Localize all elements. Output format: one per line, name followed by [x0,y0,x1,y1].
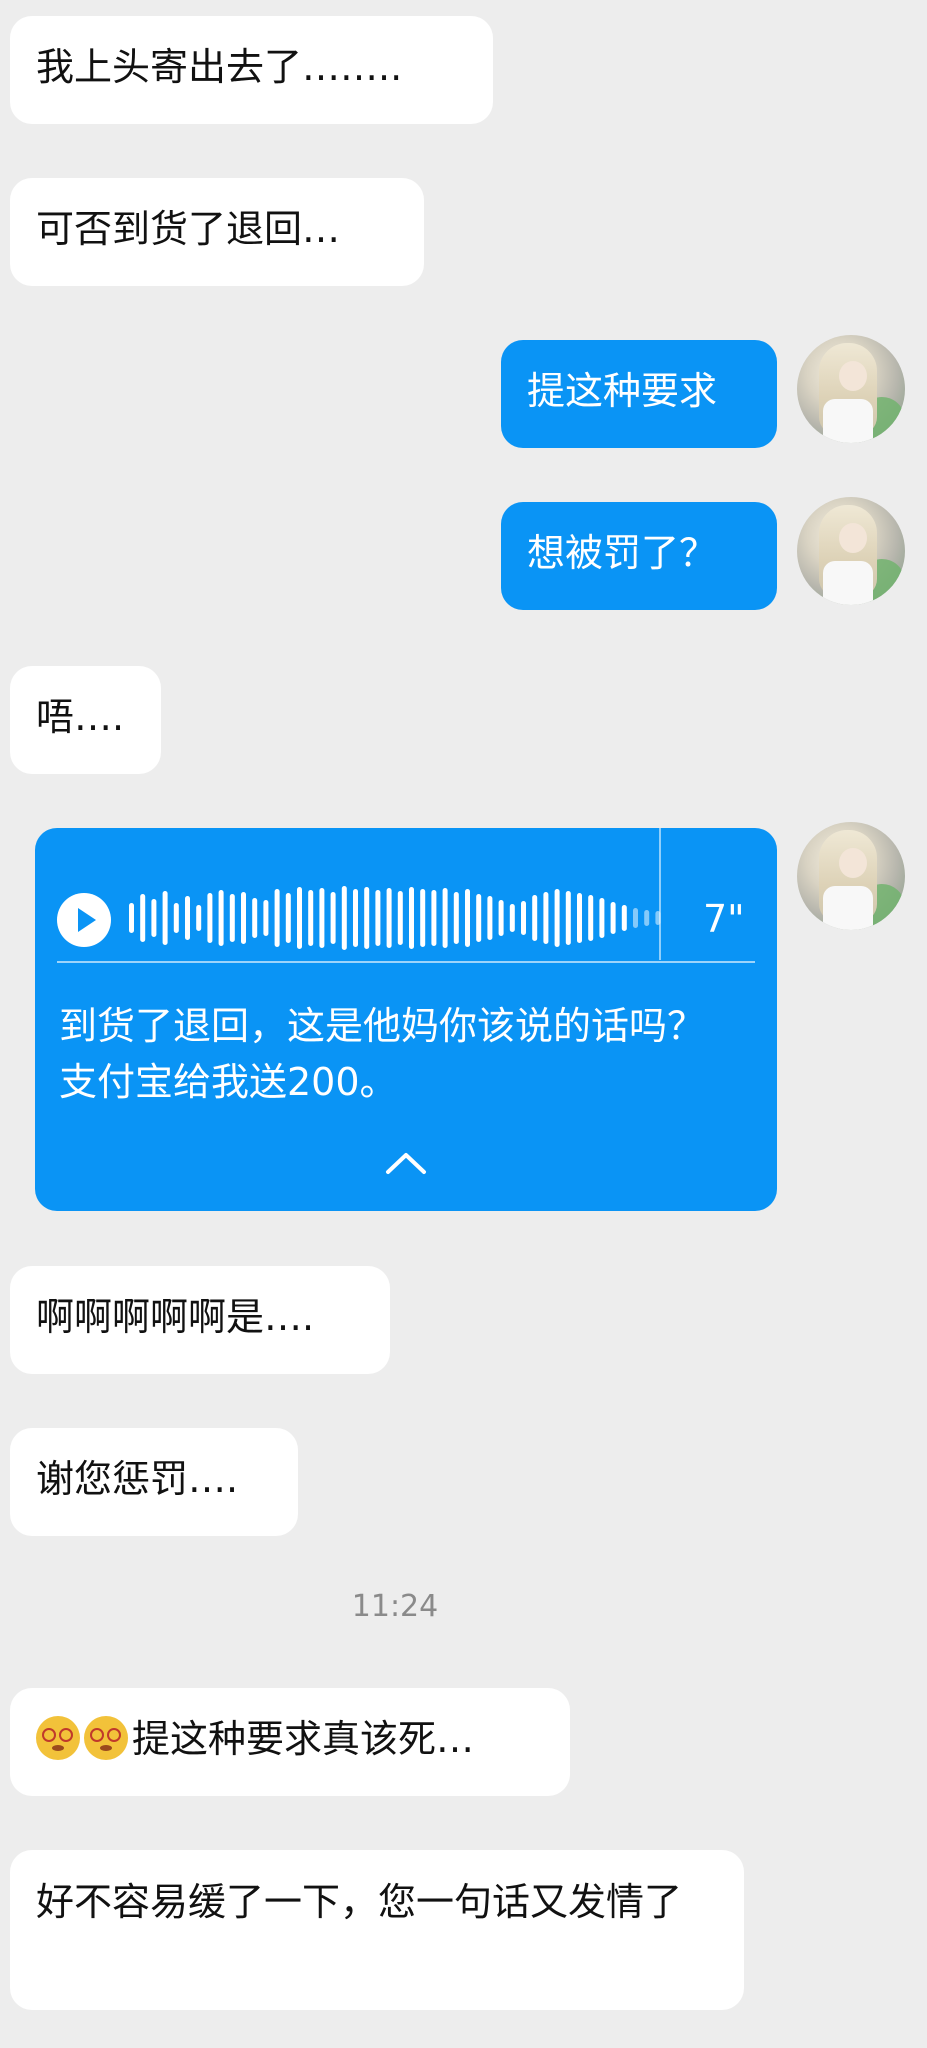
waveform-bar [487,896,493,940]
waveform-bar [364,887,370,949]
message-bubble-incoming[interactable]: 我上头寄出去了…….. [10,16,493,124]
waveform-bar [476,894,482,942]
message-text: 我上头寄出去了…….. [36,45,403,89]
chevron-up-icon[interactable] [384,1150,428,1176]
waveform[interactable] [123,868,723,968]
waveform-bar [465,889,470,947]
waveform-bar [263,900,269,936]
waveform-bar [151,899,157,937]
message-text: 啊啊啊啊啊是…. [36,1295,315,1339]
waveform-bar [330,892,336,944]
waveform-bar [397,891,403,945]
waveform-bar [509,904,515,932]
waveform-bar [319,888,325,948]
waveform-bar [420,889,426,947]
waveform-bar [185,896,190,940]
message-bubble-incoming[interactable]: 提这种要求真该死… [10,1688,570,1796]
avatar[interactable] [797,497,905,605]
waveform-bar [375,890,381,946]
message-bubble-incoming[interactable]: 可否到货了退回… [10,178,424,286]
message-bubble-incoming[interactable]: 唔…. [10,666,161,774]
waveform-bar [162,891,168,945]
divider [57,961,755,963]
message-bubble-incoming[interactable]: 啊啊啊啊啊是…. [10,1266,390,1374]
waveform-bar [229,894,235,942]
waveform-bar [610,902,616,934]
dizzy-face-emoji [84,1716,128,1760]
waveform-bar [532,895,538,941]
message-text: 谢您惩罚…. [36,1457,239,1501]
waveform-bar [308,890,314,946]
playback-cursor [659,828,661,960]
waveform-bar [274,889,280,947]
message-text: 提这种要求 [527,369,718,413]
waveform-bar [140,894,146,942]
message-text: 想被罚了？ [527,531,718,575]
waveform-bar [173,903,179,933]
voice-duration: 7" [703,897,745,941]
waveform-bar [431,890,437,946]
dizzy-face-emoji [36,1716,80,1760]
waveform-bar [297,887,302,949]
timestamp: 11:24 [351,1589,439,1624]
waveform-bar [588,895,594,941]
waveform-bar [621,905,627,931]
message-bubble-outgoing[interactable]: 提这种要求 [501,340,777,448]
message-bubble-incoming[interactable]: 好不容易缓了一下，您一句话又发情了 [10,1850,744,2010]
waveform-bar [218,890,224,946]
waveform-bar [577,893,582,943]
waveform-bar [442,888,448,948]
waveform-bar [453,892,459,944]
waveform-bar [196,905,202,931]
play-icon[interactable] [57,893,111,947]
waveform-bar [565,891,571,945]
waveform-bar [353,889,358,947]
waveform-bar [285,893,291,943]
waveform-bar [207,893,213,943]
waveform-bar [644,910,650,926]
message-text: 唔…. [36,695,125,739]
avatar[interactable] [797,335,905,443]
waveform-bar [633,908,638,928]
waveform-bar [386,888,392,948]
voice-transcript: 到货了退回，这是他妈你该说的话吗？支付宝给我送200。 [59,1004,706,1104]
waveform-bar [554,889,560,947]
waveform-bar [543,892,549,944]
waveform-bar [241,892,246,944]
message-bubble-incoming[interactable]: 谢您惩罚…. [10,1428,298,1536]
waveform-bar [599,898,605,938]
voice-message-bubble[interactable]: 7" 到货了退回，这是他妈你该说的话吗？支付宝给我送200。 [35,828,777,1211]
waveform-bar [341,886,347,950]
message-bubble-outgoing[interactable]: 想被罚了？ [501,502,777,610]
waveform-bar [129,903,134,933]
waveform-bar [521,901,526,935]
avatar[interactable] [797,822,905,930]
waveform-bar [252,898,258,938]
waveform-bar [498,900,504,936]
message-text: 好不容易缓了一下，您一句话又发情了 [36,1880,683,1924]
message-text: 可否到货了退回… [36,207,341,251]
waveform-bar [409,887,414,949]
message-text: 提这种要求真该死… [132,1717,475,1761]
